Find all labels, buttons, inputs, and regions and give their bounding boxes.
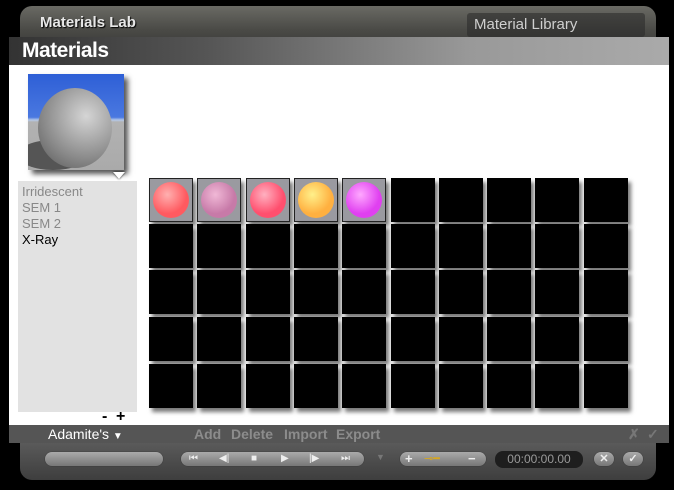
control-ok-button[interactable]: ✓ bbox=[623, 452, 643, 466]
preview-menu-arrow-icon[interactable] bbox=[113, 172, 125, 179]
empty-slot[interactable] bbox=[535, 224, 580, 268]
empty-slot[interactable] bbox=[583, 224, 628, 268]
empty-slot[interactable] bbox=[487, 178, 532, 222]
key-icon[interactable]: ⊸━ bbox=[424, 452, 440, 466]
empty-slot[interactable] bbox=[197, 364, 242, 408]
step-back-icon[interactable]: ◀| bbox=[219, 452, 229, 466]
empty-slot[interactable] bbox=[245, 270, 290, 314]
empty-slot[interactable] bbox=[245, 317, 290, 361]
empty-slot[interactable] bbox=[197, 270, 242, 314]
empty-slot[interactable] bbox=[342, 364, 387, 408]
play-icon[interactable]: ▶ bbox=[281, 452, 289, 466]
add-key-button[interactable]: + bbox=[405, 452, 413, 466]
control-cancel-button[interactable]: ✕ bbox=[594, 452, 614, 466]
empty-slot[interactable] bbox=[583, 270, 628, 314]
list-item-selected[interactable]: X-Ray bbox=[22, 232, 58, 247]
empty-slot[interactable] bbox=[293, 270, 338, 314]
material-swatch[interactable] bbox=[342, 178, 387, 222]
delete-button[interactable]: Delete bbox=[231, 426, 273, 442]
empty-slot[interactable] bbox=[149, 270, 193, 314]
material-swatch[interactable] bbox=[197, 178, 242, 222]
step-forward-icon[interactable]: |▶ bbox=[309, 452, 319, 466]
remove-key-button[interactable]: − bbox=[468, 452, 476, 466]
empty-slot[interactable] bbox=[438, 317, 483, 361]
chevron-down-icon: ▼ bbox=[112, 431, 123, 442]
app-title: Materials Lab bbox=[40, 14, 136, 31]
time-display: 00:00:00.00 bbox=[495, 451, 583, 468]
empty-slot[interactable] bbox=[535, 317, 580, 361]
add-button[interactable]: Add bbox=[194, 426, 221, 442]
material-sphere bbox=[201, 182, 238, 218]
empty-slot[interactable] bbox=[197, 317, 242, 361]
list-item[interactable]: SEM 1 bbox=[22, 200, 61, 215]
material-swatch[interactable] bbox=[245, 178, 290, 222]
empty-slot[interactable] bbox=[149, 317, 193, 361]
preview-sphere bbox=[38, 88, 112, 168]
empty-slot[interactable] bbox=[149, 224, 193, 268]
empty-slot[interactable] bbox=[438, 178, 483, 222]
frame-slots[interactable] bbox=[45, 452, 163, 466]
keyframe-controls[interactable]: + ⊸━ − bbox=[400, 452, 486, 466]
export-button[interactable]: Export bbox=[336, 426, 380, 442]
empty-slot[interactable] bbox=[535, 270, 580, 314]
empty-slot[interactable] bbox=[197, 224, 242, 268]
empty-slot[interactable] bbox=[487, 270, 532, 314]
empty-slot[interactable] bbox=[293, 364, 338, 408]
cancel-button[interactable]: ✗ bbox=[628, 426, 640, 443]
stop-icon[interactable]: ■ bbox=[251, 452, 257, 466]
playback-controls[interactable]: ⏮ ◀| ■ ▶ |▶ ⏭ bbox=[181, 452, 364, 466]
empty-slot[interactable] bbox=[390, 224, 435, 268]
empty-slot[interactable] bbox=[390, 178, 435, 222]
library-set-label: Adamite's bbox=[48, 426, 110, 442]
empty-slot[interactable] bbox=[390, 270, 435, 314]
empty-slot[interactable] bbox=[245, 364, 290, 408]
empty-slot[interactable] bbox=[293, 224, 338, 268]
skip-end-icon[interactable]: ⏭ bbox=[341, 452, 350, 466]
empty-slot[interactable] bbox=[438, 364, 483, 408]
empty-slot[interactable] bbox=[583, 364, 628, 408]
empty-slot[interactable] bbox=[342, 270, 387, 314]
empty-slot[interactable] bbox=[149, 364, 193, 408]
empty-slot[interactable] bbox=[487, 317, 532, 361]
ok-button[interactable]: ✓ bbox=[647, 426, 659, 443]
remove-category-button[interactable]: - bbox=[102, 408, 107, 426]
empty-slot[interactable] bbox=[390, 317, 435, 361]
empty-slot[interactable] bbox=[390, 364, 435, 408]
material-swatch[interactable] bbox=[293, 178, 338, 222]
list-item[interactable]: SEM 2 bbox=[22, 216, 61, 231]
material-swatch[interactable] bbox=[149, 178, 193, 222]
library-set-dropdown[interactable]: Adamite's ▼ bbox=[48, 426, 123, 442]
category-list: Irridescent SEM 1 SEM 2 X-Ray bbox=[18, 181, 137, 412]
empty-slot[interactable] bbox=[342, 224, 387, 268]
material-sphere bbox=[297, 182, 334, 218]
empty-slot[interactable] bbox=[583, 178, 628, 222]
page-title: Materials bbox=[22, 39, 109, 62]
add-category-button[interactable]: + bbox=[116, 408, 125, 426]
empty-slot[interactable] bbox=[535, 364, 580, 408]
empty-slot[interactable] bbox=[487, 224, 532, 268]
empty-slot[interactable] bbox=[245, 224, 290, 268]
skip-start-icon[interactable]: ⏮ bbox=[189, 452, 198, 466]
empty-slot[interactable] bbox=[342, 317, 387, 361]
options-arrow-icon[interactable]: ▼ bbox=[376, 452, 385, 462]
list-item[interactable]: Irridescent bbox=[22, 184, 83, 199]
material-preview[interactable] bbox=[28, 74, 124, 170]
empty-slot[interactable] bbox=[583, 317, 628, 361]
import-button[interactable]: Import bbox=[284, 426, 328, 442]
empty-slot[interactable] bbox=[487, 364, 532, 408]
empty-slot[interactable] bbox=[438, 270, 483, 314]
material-library-label[interactable]: Material Library bbox=[474, 16, 577, 33]
material-sphere bbox=[346, 182, 383, 218]
material-sphere bbox=[249, 182, 286, 218]
empty-slot[interactable] bbox=[293, 317, 338, 361]
material-sphere bbox=[153, 182, 189, 218]
empty-slot[interactable] bbox=[438, 224, 483, 268]
empty-slot[interactable] bbox=[535, 178, 580, 222]
